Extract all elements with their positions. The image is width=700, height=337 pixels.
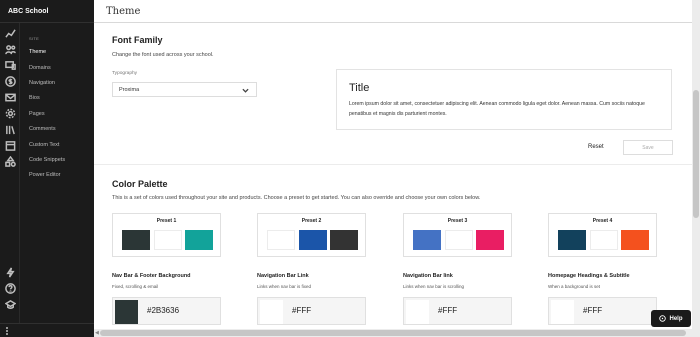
library-icon[interactable] bbox=[4, 123, 16, 135]
preset-swatch bbox=[590, 230, 618, 250]
help-circle-icon[interactable] bbox=[4, 282, 16, 294]
sidebar-item-domains[interactable]: Domains bbox=[29, 65, 51, 71]
page-header: Theme bbox=[94, 0, 692, 23]
preset-2-card[interactable]: Preset 2 bbox=[257, 213, 366, 257]
gear-icon[interactable] bbox=[4, 107, 16, 119]
more-menu-icon[interactable] bbox=[6, 327, 9, 335]
preset-swatch bbox=[185, 230, 213, 250]
main-content: Theme Font Family Change the font used a… bbox=[94, 0, 692, 329]
preset-1-card[interactable]: Preset 1 bbox=[112, 213, 221, 257]
preview-title: Title bbox=[349, 82, 370, 94]
preset-name: Preset 3 bbox=[447, 218, 468, 224]
theme-panel: Font Family Change the font used across … bbox=[94, 23, 692, 329]
scroll-left-icon[interactable]: ◀ bbox=[95, 330, 99, 336]
color-chip[interactable] bbox=[115, 300, 138, 324]
dollar-icon[interactable] bbox=[4, 75, 16, 87]
typography-select-value: Proxima bbox=[119, 87, 140, 93]
sidebar-item-comments[interactable]: Comments bbox=[29, 126, 56, 132]
preset-4-card[interactable]: Preset 4 bbox=[548, 213, 657, 257]
icon-rail bbox=[0, 0, 20, 337]
color-hex-value[interactable]: #FFF bbox=[583, 306, 602, 315]
preset-swatch bbox=[413, 230, 441, 250]
devices-icon[interactable] bbox=[4, 59, 16, 71]
help-label: Help bbox=[669, 315, 683, 322]
font-preview-card: Title Lorem ipsum dolor sit amet, consec… bbox=[336, 69, 672, 130]
users-icon[interactable] bbox=[4, 43, 16, 55]
reset-button[interactable]: Reset bbox=[588, 144, 604, 150]
school-name[interactable]: ABC School bbox=[8, 8, 48, 15]
page-title: Theme bbox=[106, 6, 141, 17]
app-window: ABC School SITE Theme Domains Navigation… bbox=[0, 0, 700, 337]
preset-swatch bbox=[330, 230, 358, 250]
field-subtitle: When a background is set bbox=[548, 284, 601, 289]
vertical-scrollbar-thumb[interactable] bbox=[693, 90, 699, 218]
chevron-down-icon bbox=[242, 88, 249, 93]
sidebar: ABC School SITE Theme Domains Navigation… bbox=[0, 0, 94, 337]
preset-name: Preset 1 bbox=[156, 218, 177, 224]
typography-select[interactable]: Proxima bbox=[112, 82, 257, 97]
horizontal-scrollbar[interactable]: ◀ bbox=[94, 329, 700, 337]
trend-icon[interactable] bbox=[4, 27, 16, 39]
section-divider bbox=[94, 164, 692, 165]
preset-swatch bbox=[558, 230, 586, 250]
bolt-icon[interactable] bbox=[4, 266, 16, 278]
mail-icon[interactable] bbox=[4, 91, 16, 103]
field-subtitle: Fixed, scrolling & email bbox=[112, 284, 159, 289]
preset-swatch bbox=[267, 230, 295, 250]
sidebar-item-code-snippets[interactable]: Code Snippets bbox=[29, 157, 65, 163]
homepage-headings-color-input[interactable]: #FFF bbox=[548, 297, 657, 325]
color-palette-description: This is a set of colors used throughout … bbox=[112, 195, 481, 201]
preset-swatch bbox=[445, 230, 473, 250]
sidebar-item-bios[interactable]: Bios bbox=[29, 95, 40, 101]
field-title: Navigation Bar Link bbox=[257, 273, 309, 279]
preset-swatch bbox=[122, 230, 150, 250]
sidebar-item-navigation[interactable]: Navigation bbox=[29, 80, 55, 86]
color-chip[interactable] bbox=[406, 300, 429, 324]
sidebar-section-label: SITE bbox=[29, 36, 40, 41]
color-chip[interactable] bbox=[260, 300, 283, 324]
field-title: Nav Bar & Footer Background bbox=[112, 273, 191, 279]
preset-swatch bbox=[154, 230, 182, 250]
nav-bar-scroll-link-color-input[interactable]: #FFF bbox=[403, 297, 512, 325]
color-hex-value[interactable]: #2B3636 bbox=[147, 306, 179, 315]
preset-swatch bbox=[299, 230, 327, 250]
color-palette-heading: Color Palette bbox=[112, 179, 168, 189]
preset-3-card[interactable]: Preset 3 bbox=[403, 213, 512, 257]
color-chip[interactable] bbox=[551, 300, 574, 324]
sidebar-footer bbox=[0, 323, 94, 337]
field-title: Homepage Headings & Subtitle bbox=[548, 273, 630, 279]
preset-name: Preset 2 bbox=[301, 218, 322, 224]
color-hex-value[interactable]: #FFF bbox=[292, 306, 311, 315]
sidebar-item-custom-text[interactable]: Custom Text bbox=[29, 142, 59, 148]
field-subtitle: Links when nav bar is scrolling bbox=[403, 284, 465, 289]
preset-swatch bbox=[476, 230, 504, 250]
nav-bar-link-color-input[interactable]: #FFF bbox=[257, 297, 366, 325]
color-hex-value[interactable]: #FFF bbox=[438, 306, 457, 315]
sidebar-item-pages[interactable]: Pages bbox=[29, 111, 45, 117]
typography-label: Typography bbox=[112, 71, 138, 76]
help-button[interactable]: Help bbox=[651, 310, 691, 327]
save-button[interactable]: Save bbox=[623, 140, 673, 155]
preset-swatch bbox=[621, 230, 649, 250]
calendar-icon[interactable] bbox=[4, 139, 16, 151]
sidebar-item-power-editor[interactable]: Power Editor bbox=[29, 172, 61, 178]
field-subtitle: Links when nav bar is fixed bbox=[257, 284, 312, 289]
horizontal-scrollbar-thumb[interactable] bbox=[100, 330, 686, 336]
nav-footer-bg-color-input[interactable]: #2B3636 bbox=[112, 297, 221, 325]
chat-icon bbox=[659, 315, 667, 322]
font-family-description: Change the font used across your school. bbox=[112, 52, 214, 58]
field-title: Navigation Bar link bbox=[403, 273, 453, 279]
preview-body: Lorem ipsum dolor sit amet, consectetuer… bbox=[349, 101, 645, 117]
preset-name: Preset 4 bbox=[592, 218, 613, 224]
font-family-heading: Font Family bbox=[112, 35, 163, 45]
vertical-scrollbar[interactable] bbox=[692, 0, 700, 329]
sidebar-item-theme[interactable]: Theme bbox=[29, 49, 46, 55]
shapes-icon[interactable] bbox=[4, 155, 16, 167]
graduation-icon[interactable] bbox=[4, 298, 16, 310]
